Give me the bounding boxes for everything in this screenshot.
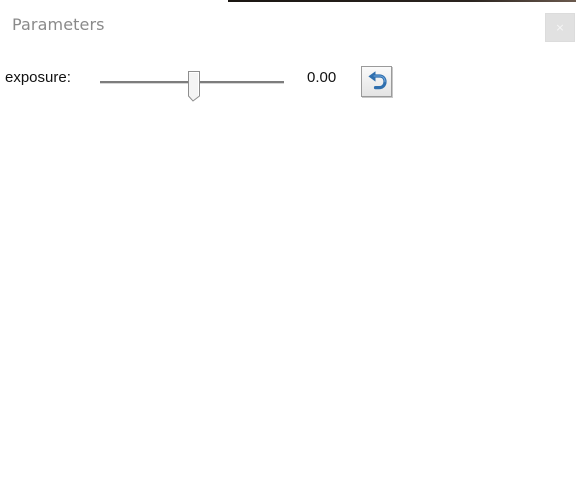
parameters-window: Parameters × exposure: 0.00 <box>0 0 576 497</box>
exposure-reset-button[interactable] <box>361 66 392 97</box>
background-window-edge <box>228 0 576 2</box>
close-icon: × <box>555 21 565 34</box>
slider-thumb[interactable] <box>187 70 201 102</box>
close-button[interactable]: × <box>545 13 575 42</box>
window-title: Parameters <box>12 15 105 34</box>
exposure-slider[interactable] <box>100 70 286 102</box>
slider-thumb-icon <box>188 71 200 102</box>
reset-arrow-icon <box>367 70 387 89</box>
exposure-label: exposure: <box>5 69 71 86</box>
exposure-value: 0.00 <box>307 69 337 86</box>
